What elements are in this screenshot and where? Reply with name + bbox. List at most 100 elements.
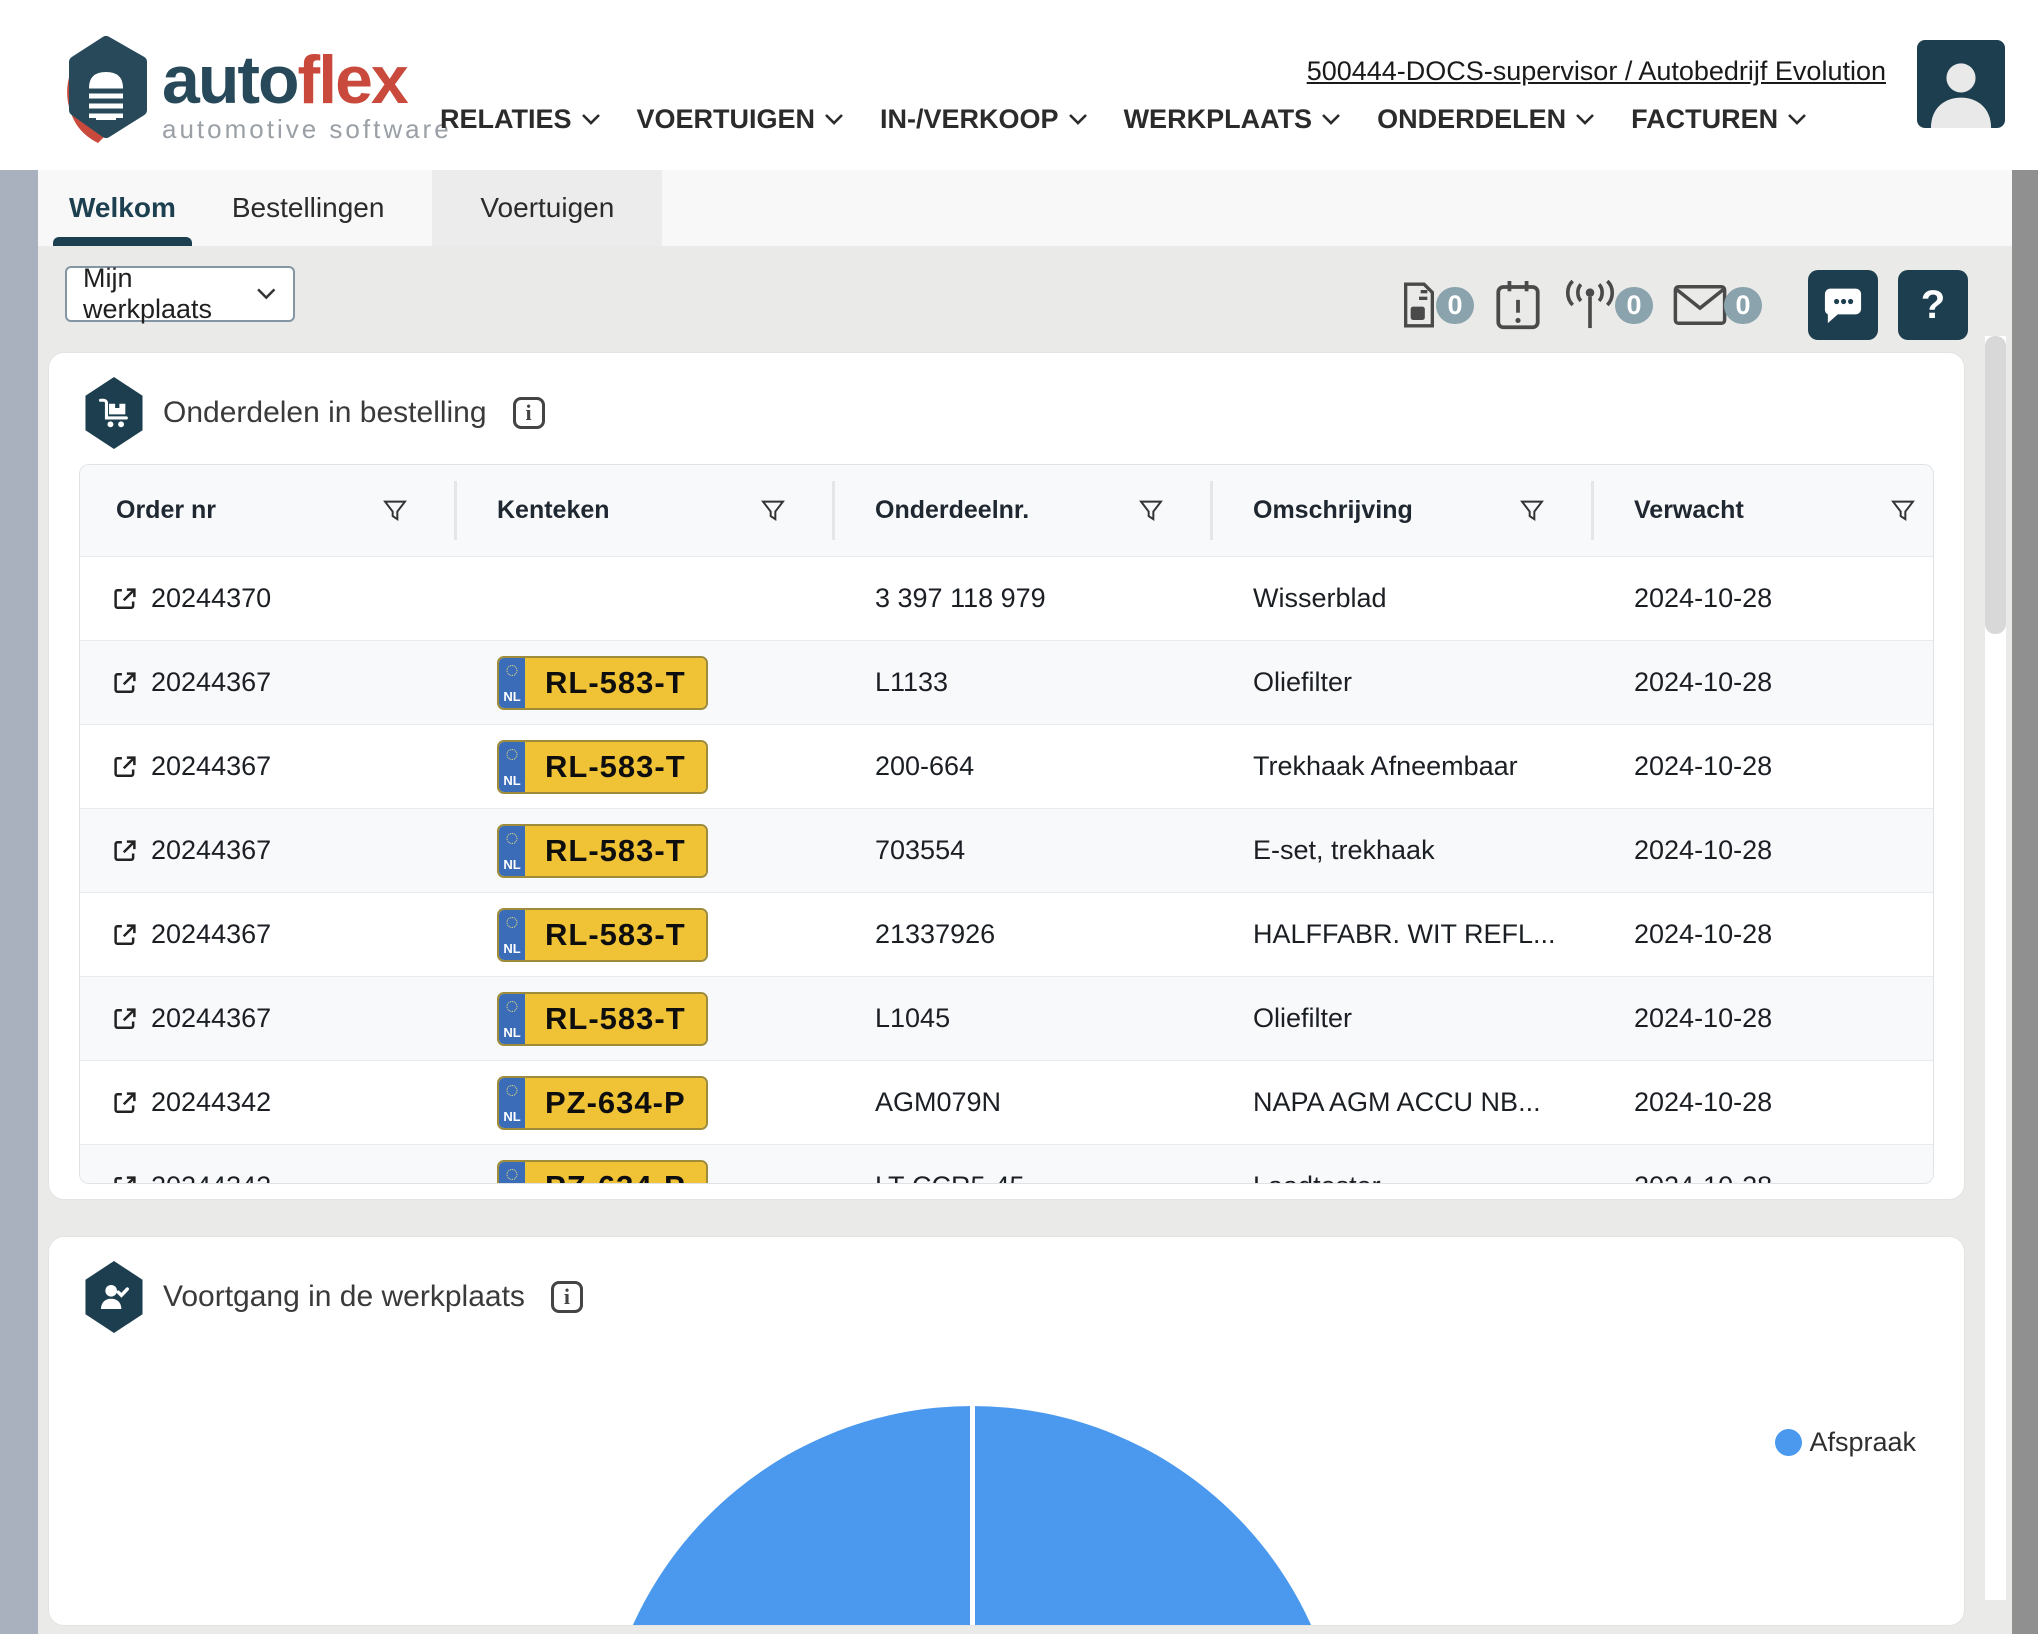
open-order-icon[interactable] [110,836,140,866]
nav-relaties[interactable]: RELATIES [440,104,601,135]
parts-cart-icon [83,377,145,449]
open-order-icon[interactable] [110,920,140,950]
plate-number: PZ-634-P [525,1078,706,1128]
plate-country-strip: NL [499,910,525,960]
license-plate: NL RL-583-T [497,740,708,794]
window-scrollbar[interactable] [2012,170,2038,1634]
mail-icon [1673,283,1727,327]
plate-number: RL-583-T [525,742,706,792]
nav-facturen[interactable]: FACTUREN [1631,104,1807,135]
nav-onderdelen[interactable]: ONDERDELEN [1377,104,1595,135]
order-number: 20244367 [151,751,271,782]
plate-number: PZ-634-P [525,1162,706,1185]
open-order-icon[interactable] [110,1004,140,1034]
documents-count-badge: 0 [1436,287,1474,324]
open-order-icon[interactable] [110,1088,140,1118]
plate-country-strip: NL [499,742,525,792]
chevron-down-icon [1321,113,1341,126]
mail-status[interactable]: 0 [1673,283,1762,327]
order-number: 20244342 [151,1171,271,1184]
table-row[interactable]: 20244367 NL RL-583-T 703554 E-set, trekh… [80,808,1933,892]
part-description: Oliefilter [1253,1003,1352,1034]
part-description: Wisserblad [1253,583,1387,614]
chevron-down-icon [256,287,277,301]
table-row[interactable]: 20244367 NL RL-583-T 200-664 Trekhaak Af… [80,724,1933,808]
part-description: NAPA AGM ACCU NB... [1253,1087,1541,1118]
filter-icon[interactable] [1518,497,1546,525]
license-plate: NL RL-583-T [497,824,708,878]
order-number: 20244342 [151,1087,271,1118]
workshop-select[interactable]: Mijn werkplaats [65,266,295,322]
plate-country-strip: NL [499,1078,525,1128]
progress-card: Voortgang in de werkplaats i Afspraak [48,1236,1965,1626]
tab-bar: Welkom Bestellingen Voertuigen [38,170,2012,246]
filter-icon[interactable] [1889,497,1917,525]
documents-status[interactable]: 0 [1399,280,1474,330]
open-order-icon[interactable] [110,584,140,614]
help-button[interactable]: ? [1898,270,1968,340]
part-description: Oliefilter [1253,667,1352,698]
avatar[interactable] [1917,40,2005,128]
filter-icon[interactable] [381,497,409,525]
license-plate: NL RL-583-T [497,992,708,1046]
filter-icon[interactable] [1137,497,1165,525]
calendar-status[interactable] [1494,279,1542,331]
expected-date: 2024-10-28 [1634,751,1772,782]
filter-icon[interactable] [759,497,787,525]
order-number: 20244370 [151,583,271,614]
chevron-down-icon [581,113,601,126]
orders-card: Onderdelen in bestelling i Order nr Kent… [48,352,1965,1200]
tab-welkom[interactable]: Welkom [47,170,198,246]
nav-in-verkoop[interactable]: IN-/VERKOOP [880,104,1088,135]
pie-slice-divider [970,1406,975,1625]
info-icon[interactable]: i [513,397,545,429]
orders-card-header: Onderdelen in bestelling i [49,353,1964,449]
main-nav: RELATIES VOERTUIGEN IN-/VERKOOP WERKPLAA… [440,104,1807,135]
plate-country-strip: NL [499,658,525,708]
table-row[interactable]: 20244367 NL RL-583-T 21337926 HALFFABR. … [80,892,1933,976]
nav-werkplaats[interactable]: WERKPLAATS [1124,104,1342,135]
logo-word-auto: auto [162,42,298,118]
table-row[interactable]: 20244370 3 397 118 979 Wisserblad 2024-1… [80,556,1933,640]
chevron-down-icon [824,113,844,126]
orders-card-title: Onderdelen in bestelling [163,396,487,430]
table-row[interactable]: 20244367 NL RL-583-T L1133 Oliefilter 20… [80,640,1933,724]
content-scrollbar-thumb[interactable] [1985,336,2006,634]
part-description: Trekhaak Afneembaar [1253,751,1518,782]
progress-card-header: Voortgang in de werkplaats i [49,1237,1964,1333]
info-icon[interactable]: i [551,1281,583,1313]
plate-country-strip: NL [499,1162,525,1185]
antenna-status[interactable]: 0 [1562,280,1653,330]
plate-country-strip: NL [499,826,525,876]
orders-table: Order nr Kenteken Onderdeelnr. Omschrijv… [79,464,1934,1184]
account-link[interactable]: 500444-DOCS-supervisor / Autobedrijf Evo… [1307,56,1886,87]
chevron-down-icon [1787,113,1807,126]
app-window: autoflex automotive software RELATIES VO… [0,0,2038,1634]
expected-date: 2024-10-28 [1634,583,1772,614]
order-number: 20244367 [151,1003,271,1034]
tab-bestellingen[interactable]: Bestellingen [210,170,407,246]
autoflex-logo[interactable]: autoflex automotive software [60,34,452,146]
open-order-icon[interactable] [110,752,140,782]
nav-voertuigen[interactable]: VOERTUIGEN [637,104,845,135]
autoflex-logo-icon [60,34,152,146]
legend-label: Afspraak [1809,1427,1916,1458]
column-header-verwacht: Verwacht [1594,465,1933,556]
table-row[interactable]: 20244342 NL PZ-634-P LT-CCR5-45 Laadtest… [80,1144,1933,1184]
order-number: 20244367 [151,919,271,950]
license-plate: NL PZ-634-P [497,1076,708,1130]
order-number: 20244367 [151,667,271,698]
open-order-icon[interactable] [110,1172,140,1185]
expected-date: 2024-10-28 [1634,667,1772,698]
plate-country-strip: NL [499,994,525,1044]
open-order-icon[interactable] [110,668,140,698]
table-row[interactable]: 20244342 NL PZ-634-P AGM079N NAPA AGM AC… [80,1060,1933,1144]
plate-number: RL-583-T [525,994,706,1044]
progress-card-title: Voortgang in de werkplaats [163,1280,525,1314]
tab-voertuigen[interactable]: Voertuigen [432,170,662,246]
orders-table-body: 20244370 3 397 118 979 Wisserblad 2024-1… [80,556,1933,1184]
chart-legend[interactable]: Afspraak [1775,1427,1916,1458]
table-row[interactable]: 20244367 NL RL-583-T L1045 Oliefilter 20… [80,976,1933,1060]
order-number: 20244367 [151,835,271,866]
chat-button[interactable] [1808,270,1878,340]
